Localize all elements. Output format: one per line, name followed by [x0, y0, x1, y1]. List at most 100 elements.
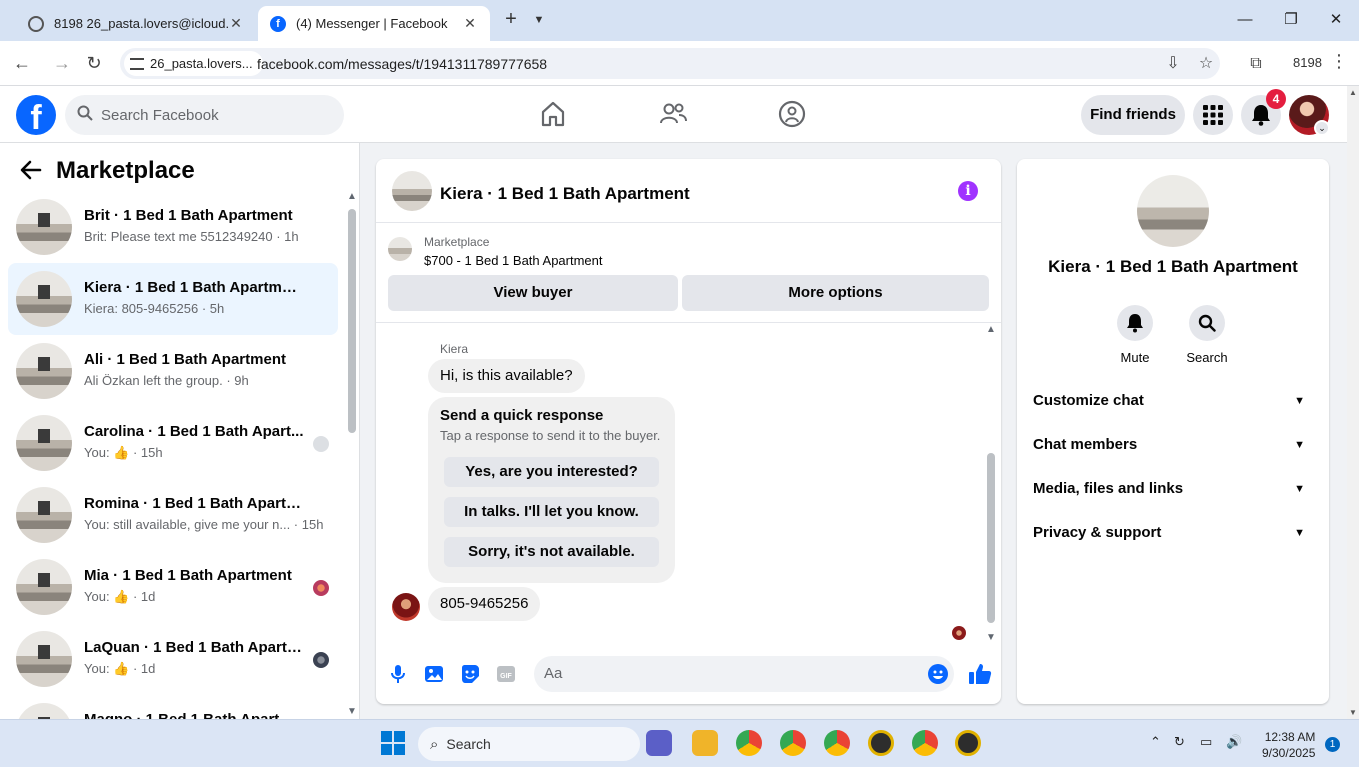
- sidebar-scrollbar[interactable]: ▲ ▼: [346, 191, 358, 719]
- maximize-button[interactable]: ❐: [1276, 8, 1306, 32]
- page-scrollbar[interactable]: ▲ ▼: [1347, 86, 1359, 719]
- gif-icon[interactable]: GIF: [496, 664, 516, 684]
- chat-avatar[interactable]: [392, 171, 432, 211]
- windows-start-icon[interactable]: [380, 730, 406, 756]
- quick-response-option[interactable]: Sorry, it's not available.: [444, 537, 659, 567]
- bookmark-star-icon[interactable]: ☆: [1195, 53, 1217, 75]
- reload-button[interactable]: ↻: [82, 51, 106, 75]
- message-bubble: Hi, is this available?: [428, 359, 585, 393]
- scroll-down-icon[interactable]: ▼: [1349, 708, 1357, 717]
- seen-avatar-icon: [313, 580, 329, 596]
- scrollbar-thumb[interactable]: [987, 453, 995, 623]
- customize-chat-section[interactable]: Customize chat ▼: [1025, 381, 1321, 421]
- conversation-row[interactable]: LaQuan · 1 Bed 1 Bath Apartm... You: 👍 ·…: [8, 623, 338, 695]
- conversation-name: Magno · 1 Bed 1 Bath Apartment: [84, 711, 304, 719]
- search-icon: ⌕: [430, 735, 439, 753]
- conversation-row[interactable]: Carolina · 1 Bed 1 Bath Apart... You: 👍 …: [8, 407, 338, 479]
- chrome-icon[interactable]: [824, 730, 850, 756]
- search-in-conversation-button[interactable]: Search: [1177, 305, 1237, 365]
- photo-icon[interactable]: [424, 664, 444, 684]
- close-icon[interactable]: ✕: [228, 15, 244, 32]
- taskbar-search[interactable]: ⌕ Search: [418, 727, 640, 761]
- scrollbar-thumb[interactable]: [348, 209, 356, 433]
- facebook-search[interactable]: Search Facebook: [65, 95, 344, 135]
- meet-app-icon[interactable]: [646, 730, 672, 756]
- chevron-up-icon[interactable]: ⌃: [1150, 734, 1161, 750]
- read-receipt-avatar: [952, 626, 966, 640]
- quick-response-option[interactable]: In talks. I'll let you know.: [444, 497, 659, 527]
- chat-panel: Kiera · 1 Bed 1 Bath Apartment i Marketp…: [376, 159, 1001, 704]
- friends-icon[interactable]: [658, 99, 688, 129]
- mute-button[interactable]: Mute: [1105, 305, 1165, 365]
- chat-members-section[interactable]: Chat members ▼: [1025, 425, 1321, 465]
- app-icon[interactable]: [868, 730, 894, 756]
- notification-count-badge[interactable]: 1: [1325, 737, 1340, 752]
- conversation-row[interactable]: Magno · 1 Bed 1 Bath Apartment: [8, 695, 338, 719]
- sticker-icon[interactable]: [460, 664, 480, 684]
- globe-icon: [28, 15, 44, 32]
- volume-icon[interactable]: 🔊: [1226, 734, 1242, 750]
- media-files-links-section[interactable]: Media, files and links ▼: [1025, 469, 1321, 509]
- menu-grid-button[interactable]: [1193, 95, 1233, 135]
- network-icon[interactable]: ▭: [1200, 734, 1212, 750]
- search-icon: [77, 105, 93, 125]
- groups-icon[interactable]: [777, 99, 807, 129]
- quick-response-option[interactable]: Yes, are you interested?: [444, 457, 659, 487]
- emoji-icon[interactable]: [928, 664, 948, 684]
- tab-icloud[interactable]: 8198 26_pasta.lovers@icloud.cc ✕: [16, 6, 256, 41]
- conversation-row[interactable]: Brit · 1 Bed 1 Bath Apartment Brit: Plea…: [8, 191, 338, 263]
- close-icon[interactable]: ✕: [462, 15, 478, 32]
- chrome-icon[interactable]: [912, 730, 938, 756]
- profile-label[interactable]: 8198: [1293, 55, 1322, 70]
- view-buyer-button[interactable]: View buyer: [388, 275, 678, 311]
- url-text[interactable]: facebook.com/messages/t/1941311789777658: [257, 56, 547, 72]
- more-options-button[interactable]: More options: [682, 275, 989, 311]
- system-clock[interactable]: 12:38 AM 9/30/2025: [1262, 729, 1315, 761]
- conversation-row[interactable]: Ali · 1 Bed 1 Bath Apartment Ali Özkan l…: [8, 335, 338, 407]
- scroll-up-icon[interactable]: ▲: [986, 324, 996, 335]
- file-explorer-icon[interactable]: [692, 730, 718, 756]
- back-button[interactable]: ←: [10, 51, 34, 75]
- thread-scrollbar[interactable]: ▲ ▼: [985, 323, 997, 643]
- conversation-row[interactable]: Romina · 1 Bed 1 Bath Apartment You: sti…: [8, 479, 338, 551]
- search-icon[interactable]: [1189, 305, 1225, 341]
- tab-messenger[interactable]: f (4) Messenger | Facebook ✕: [258, 6, 490, 41]
- window-close-button[interactable]: ✕: [1321, 8, 1351, 32]
- find-friends-button[interactable]: Find friends: [1081, 95, 1185, 135]
- new-tab-button[interactable]: +: [500, 9, 522, 31]
- message-input[interactable]: Aa: [534, 656, 954, 692]
- facebook-logo[interactable]: f: [16, 95, 56, 135]
- forward-button[interactable]: →: [50, 51, 74, 75]
- sender-avatar[interactable]: [392, 593, 420, 621]
- chrome-icon[interactable]: [736, 730, 762, 756]
- conversation-row[interactable]: Mia · 1 Bed 1 Bath Apartment You: 👍 · 1d: [8, 551, 338, 623]
- browser-menu-icon[interactable]: ⋮: [1330, 51, 1348, 72]
- chat-title[interactable]: Kiera · 1 Bed 1 Bath Apartment: [440, 184, 690, 204]
- address-bar[interactable]: 26_pasta.lovers... facebook.com/messages…: [120, 48, 1220, 79]
- site-info-chip[interactable]: 26_pasta.lovers...: [124, 51, 263, 76]
- info-icon[interactable]: i: [958, 181, 978, 201]
- extensions-icon[interactable]: ⧉: [1245, 53, 1267, 75]
- back-arrow-icon[interactable]: [20, 159, 42, 187]
- tab-search-button[interactable]: ▼: [528, 9, 550, 31]
- quick-response-title: Send a quick response: [440, 407, 604, 424]
- microphone-icon[interactable]: [388, 664, 408, 684]
- scroll-up-icon[interactable]: ▲: [1349, 88, 1357, 97]
- thumbs-up-icon[interactable]: [968, 662, 992, 686]
- listing-thumbnail: [16, 631, 72, 687]
- conversation-row[interactable]: Kiera · 1 Bed 1 Bath Apartment Kiera: 80…: [8, 263, 338, 335]
- scroll-up-icon[interactable]: ▲: [347, 191, 357, 202]
- install-app-icon[interactable]: ⇩: [1162, 53, 1184, 75]
- listing-title[interactable]: $700 - 1 Bed 1 Bath Apartment: [424, 253, 603, 268]
- home-icon[interactable]: [538, 99, 568, 129]
- scroll-down-icon[interactable]: ▼: [347, 706, 357, 717]
- bell-icon[interactable]: [1117, 305, 1153, 341]
- privacy-support-section[interactable]: Privacy & support ▼: [1025, 513, 1321, 553]
- chrome-icon[interactable]: [780, 730, 806, 756]
- taskbar-search-label: Search: [446, 736, 491, 752]
- minimize-button[interactable]: —: [1230, 8, 1260, 32]
- scroll-down-icon[interactable]: ▼: [986, 632, 996, 643]
- chevron-down-icon[interactable]: ⌄: [1314, 120, 1330, 136]
- app-icon[interactable]: [955, 730, 981, 756]
- sync-icon[interactable]: ↻: [1174, 734, 1185, 750]
